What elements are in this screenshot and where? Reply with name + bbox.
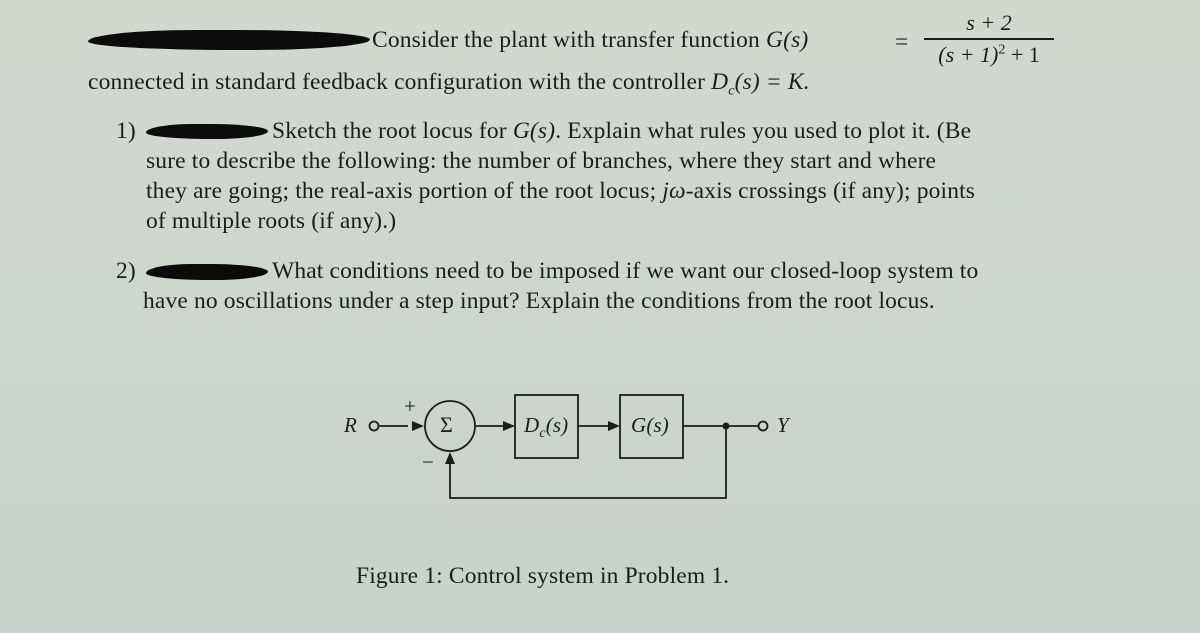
figure-caption: Figure 1: Control system in Problem 1. [356,563,730,589]
feedback-path [449,426,727,499]
input-terminal [368,420,380,432]
arrowhead [503,421,515,431]
output-terminal [757,420,769,432]
plant-block-label: G(s) [631,413,669,437]
plus-sign: + [404,394,416,418]
arrowhead [445,452,455,464]
output-label: Y [777,413,789,437]
pickoff-node [722,422,730,430]
arrowhead [608,421,620,431]
controller-block-label: Dc(s) [524,413,569,442]
input-label: R [344,413,357,437]
summer-symbol: Σ [440,412,453,437]
minus-sign: − [422,450,434,474]
arrowhead [412,421,424,431]
feedback-block-diagram [368,394,769,499]
